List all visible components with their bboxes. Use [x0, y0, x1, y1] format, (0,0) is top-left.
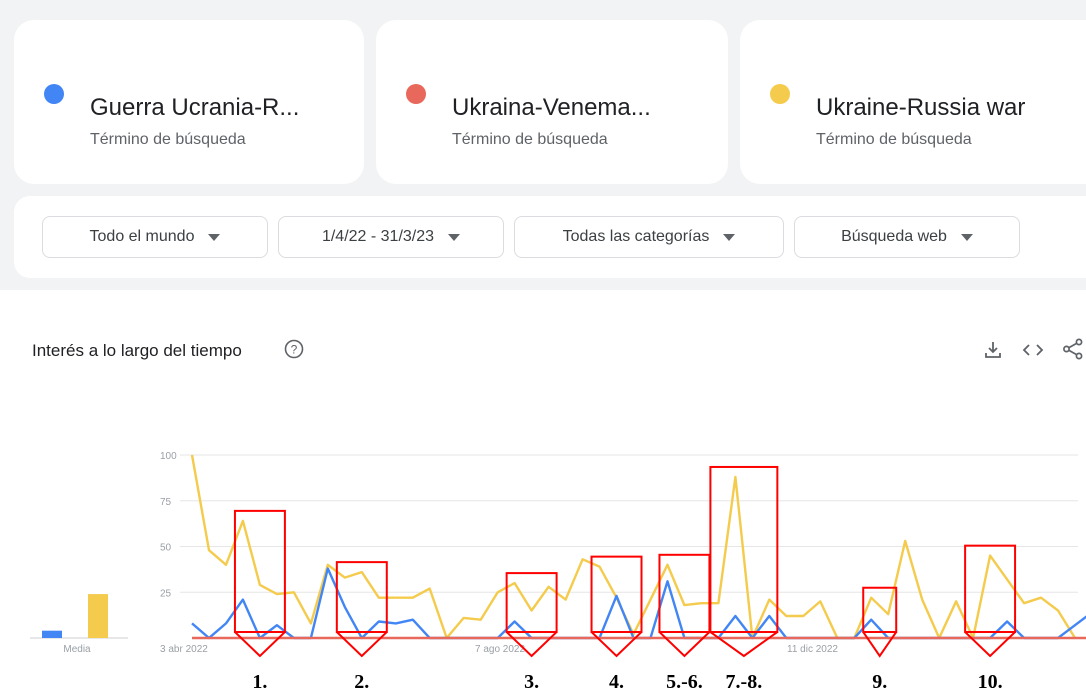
- average-label: Media: [63, 644, 91, 655]
- annotation-box: [233, 509, 286, 634]
- x-tick-label: 3 abr 2022: [160, 644, 208, 655]
- annotation-label: 5.-6.: [666, 671, 703, 693]
- y-tick-label: 100: [160, 451, 177, 462]
- average-bar: [88, 594, 108, 638]
- annotation-label: 3.: [524, 671, 539, 693]
- y-tick-label: 75: [160, 497, 172, 508]
- x-tick-label: 11 dic 2022: [787, 644, 838, 655]
- annotation-label: 1.: [252, 671, 267, 693]
- interest-over-time-chart: 25 50 75 100 3 abr 2022 7 ago 2022 11 dic 2022…: [30, 451, 1086, 693]
- x-tick-label: 7 ago 2022: [475, 644, 525, 655]
- average-bar: [42, 630, 62, 638]
- y-tick-label: 50: [160, 543, 172, 554]
- annotation-label: 10.: [978, 671, 1003, 693]
- annotation-arrow: [862, 631, 898, 658]
- annotation-arrow: [590, 631, 643, 658]
- annotation-label: 7.-8.: [726, 671, 763, 693]
- y-tick-label: 25: [160, 588, 172, 599]
- annotation-label: 2.: [354, 671, 369, 693]
- annotation-label: 4.: [609, 671, 624, 693]
- annotation-label: 9.: [872, 671, 887, 693]
- series-line: [191, 567, 1086, 640]
- annotation-box: [862, 586, 898, 633]
